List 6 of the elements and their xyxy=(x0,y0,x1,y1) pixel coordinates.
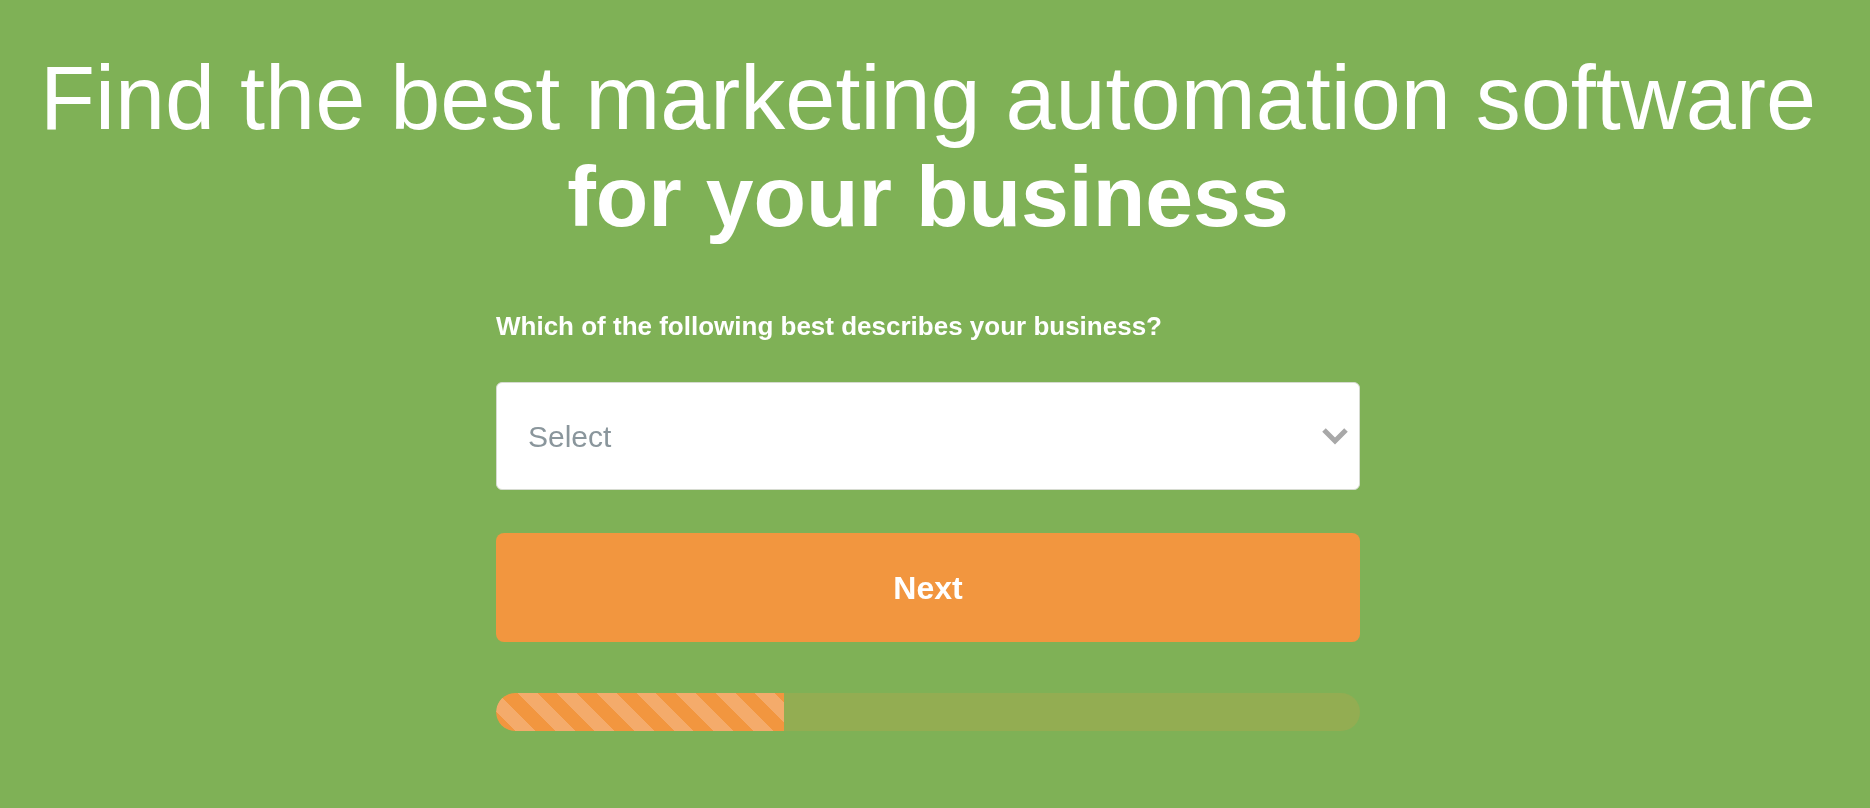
select-field[interactable]: Select xyxy=(496,382,1360,490)
next-button[interactable]: Next xyxy=(496,533,1360,642)
question-label: Which of the following best describes your business? xyxy=(496,310,1162,342)
heading-line: Find the best marketing automation software xyxy=(40,49,1816,147)
heading-line: for your business xyxy=(567,148,1289,245)
chevron-down-icon xyxy=(1321,427,1349,445)
